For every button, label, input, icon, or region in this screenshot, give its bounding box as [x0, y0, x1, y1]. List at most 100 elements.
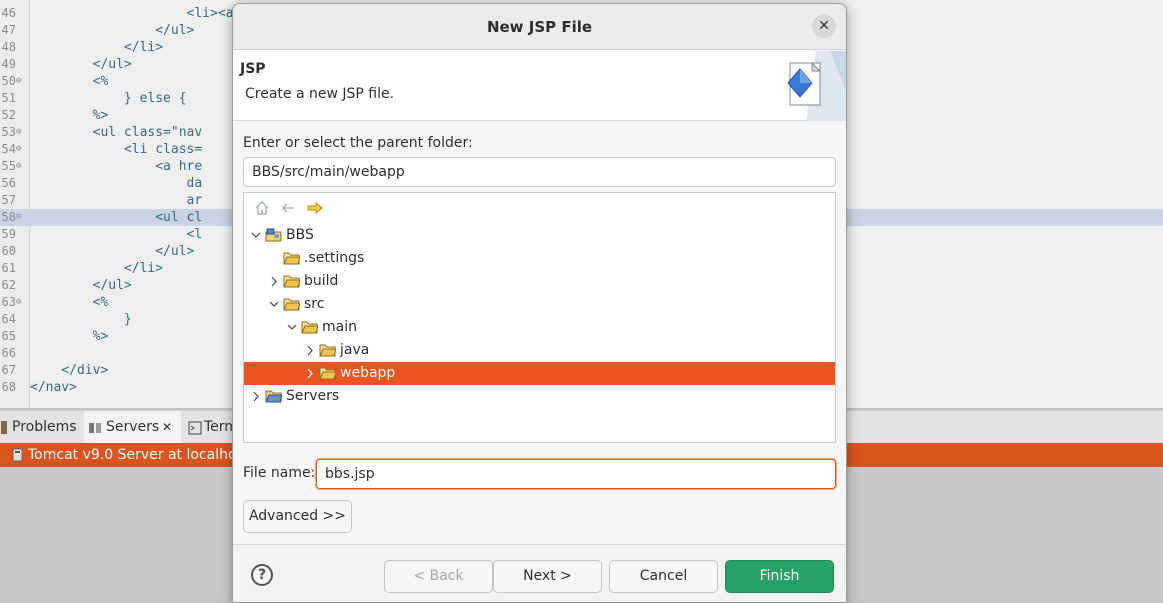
line-number: 47 [1, 23, 16, 37]
line-number: 68 [1, 380, 16, 394]
code-text: } [30, 312, 132, 327]
home-icon[interactable] [253, 199, 271, 217]
code-text: </div> [30, 363, 109, 378]
back-arrow-icon[interactable] [279, 199, 297, 217]
file-name-input[interactable] [316, 459, 836, 489]
code-text: </li> [30, 261, 164, 276]
code-text: %> [30, 108, 109, 123]
code-text: </li> [30, 40, 164, 55]
line-number: 66 [1, 346, 16, 360]
chevron-right-icon[interactable] [249, 385, 263, 408]
tree-toolbar [244, 193, 835, 223]
code-text: <% [30, 295, 109, 310]
fold-toggle-icon[interactable]: ⊖ [16, 158, 21, 175]
tab-servers[interactable]: Servers ✕ [84, 411, 181, 444]
parent-folder-label: Enter or select the parent folder: [243, 135, 473, 151]
tab-problems[interactable]: Problems [0, 411, 84, 444]
tab-terminal[interactable]: Term [186, 411, 238, 444]
tree-item-label: src [304, 296, 325, 312]
code-text: <l [30, 227, 203, 242]
code-text: <ul cl [30, 210, 203, 225]
folder-icon [319, 367, 336, 380]
tree-item-build[interactable]: build [244, 270, 835, 293]
tree-item-servers[interactable]: Servers [244, 385, 835, 408]
line-number: 52 [1, 108, 16, 122]
wizard-description: Create a new JSP file. [245, 86, 395, 102]
line-number: 59 [1, 227, 16, 241]
line-number: 58 [1, 210, 16, 224]
folder-icon [283, 252, 300, 265]
line-number: 60 [1, 244, 16, 258]
chevron-right-icon[interactable] [267, 270, 281, 293]
tree-item-src[interactable]: src [244, 293, 835, 316]
folder-icon [283, 298, 300, 311]
terminal-icon [188, 421, 202, 435]
line-number: 56 [1, 176, 16, 190]
fold-toggle-icon[interactable]: ⊖ [16, 294, 21, 311]
code-text: </ul> [30, 244, 195, 259]
line-number: 61 [1, 261, 16, 275]
tree-item-main[interactable]: main [244, 316, 835, 339]
new-jsp-file-dialog: New JSP File ✕ JSP Create a new JSP file… [232, 3, 847, 603]
forward-arrow-icon[interactable] [306, 199, 324, 217]
chevron-down-icon[interactable] [249, 224, 263, 247]
file-name-label: File name: [243, 465, 316, 481]
servers-icon [89, 423, 101, 433]
cancel-button[interactable]: Cancel [609, 560, 718, 593]
line-number: 63 [1, 295, 16, 309]
tree-item-label: main [322, 319, 357, 335]
line-number: 48 [1, 40, 16, 54]
tomcat-server-icon [12, 448, 23, 462]
back-button[interactable]: < Back [384, 560, 493, 593]
code-text: </ul> [30, 278, 132, 293]
tree-item-settings[interactable]: .settings [244, 247, 835, 270]
fold-toggle-icon[interactable]: ⊖ [16, 141, 21, 158]
help-icon[interactable]: ? [251, 564, 273, 586]
next-button[interactable]: Next > [493, 560, 602, 593]
finish-button[interactable]: Finish [725, 560, 834, 593]
line-number: 49 [1, 57, 16, 71]
dialog-footer: ? < Back Next > Cancel Finish [233, 544, 846, 602]
fold-toggle-icon[interactable]: ⊖ [16, 209, 21, 226]
advanced-button[interactable]: Advanced >> [243, 500, 352, 533]
code-text: </ul> [30, 57, 132, 72]
line-number: 54 [1, 142, 16, 156]
tree-item-label: build [304, 273, 339, 289]
wizard-header: JSP Create a new JSP file. [233, 51, 846, 121]
code-text: } else { [30, 91, 187, 106]
dialog-title: New JSP File [486, 18, 593, 36]
code-text: <a hre [30, 159, 203, 174]
parent-folder-input[interactable] [243, 157, 836, 187]
line-number: 50 [1, 74, 16, 88]
code-text: %> [30, 329, 109, 344]
folder-icon [319, 344, 336, 357]
tree-item-label: java [340, 342, 370, 358]
line-number: 67 [1, 363, 16, 377]
server-row-label: Tomcat v9.0 Server at localhost [28, 447, 250, 463]
close-button[interactable]: ✕ [812, 14, 836, 38]
close-icon[interactable]: ✕ [162, 411, 172, 444]
project-icon [265, 228, 282, 242]
tree-item-webapp[interactable]: webapp [244, 362, 835, 385]
line-number: 51 [1, 91, 16, 105]
chevron-right-icon[interactable] [303, 362, 317, 385]
tree-item-label: BBS [286, 227, 314, 243]
fold-toggle-icon[interactable]: ⊖ [16, 73, 21, 90]
line-number: 65 [1, 329, 16, 343]
code-text: ar [30, 193, 203, 208]
chevron-down-icon[interactable] [285, 316, 299, 339]
code-text: da [30, 176, 203, 191]
project-folder-icon [265, 390, 282, 403]
line-number: 46 [1, 6, 16, 20]
tree-item-label: Servers [286, 388, 340, 404]
tree-item-java[interactable]: java [244, 339, 835, 362]
chevron-right-icon[interactable] [303, 339, 317, 362]
jsp-wizard-graphic [787, 51, 846, 121]
code-text: <% [30, 74, 109, 89]
fold-toggle-icon[interactable]: ⊖ [16, 124, 21, 141]
code-text: <ul class="nav [30, 125, 203, 140]
folder-tree-panel: BBS .settings build src main java webapp Server… [243, 192, 836, 443]
chevron-down-icon[interactable] [267, 293, 281, 316]
code-text: </ul> [30, 23, 195, 38]
tree-item-bbs[interactable]: BBS [244, 224, 835, 247]
